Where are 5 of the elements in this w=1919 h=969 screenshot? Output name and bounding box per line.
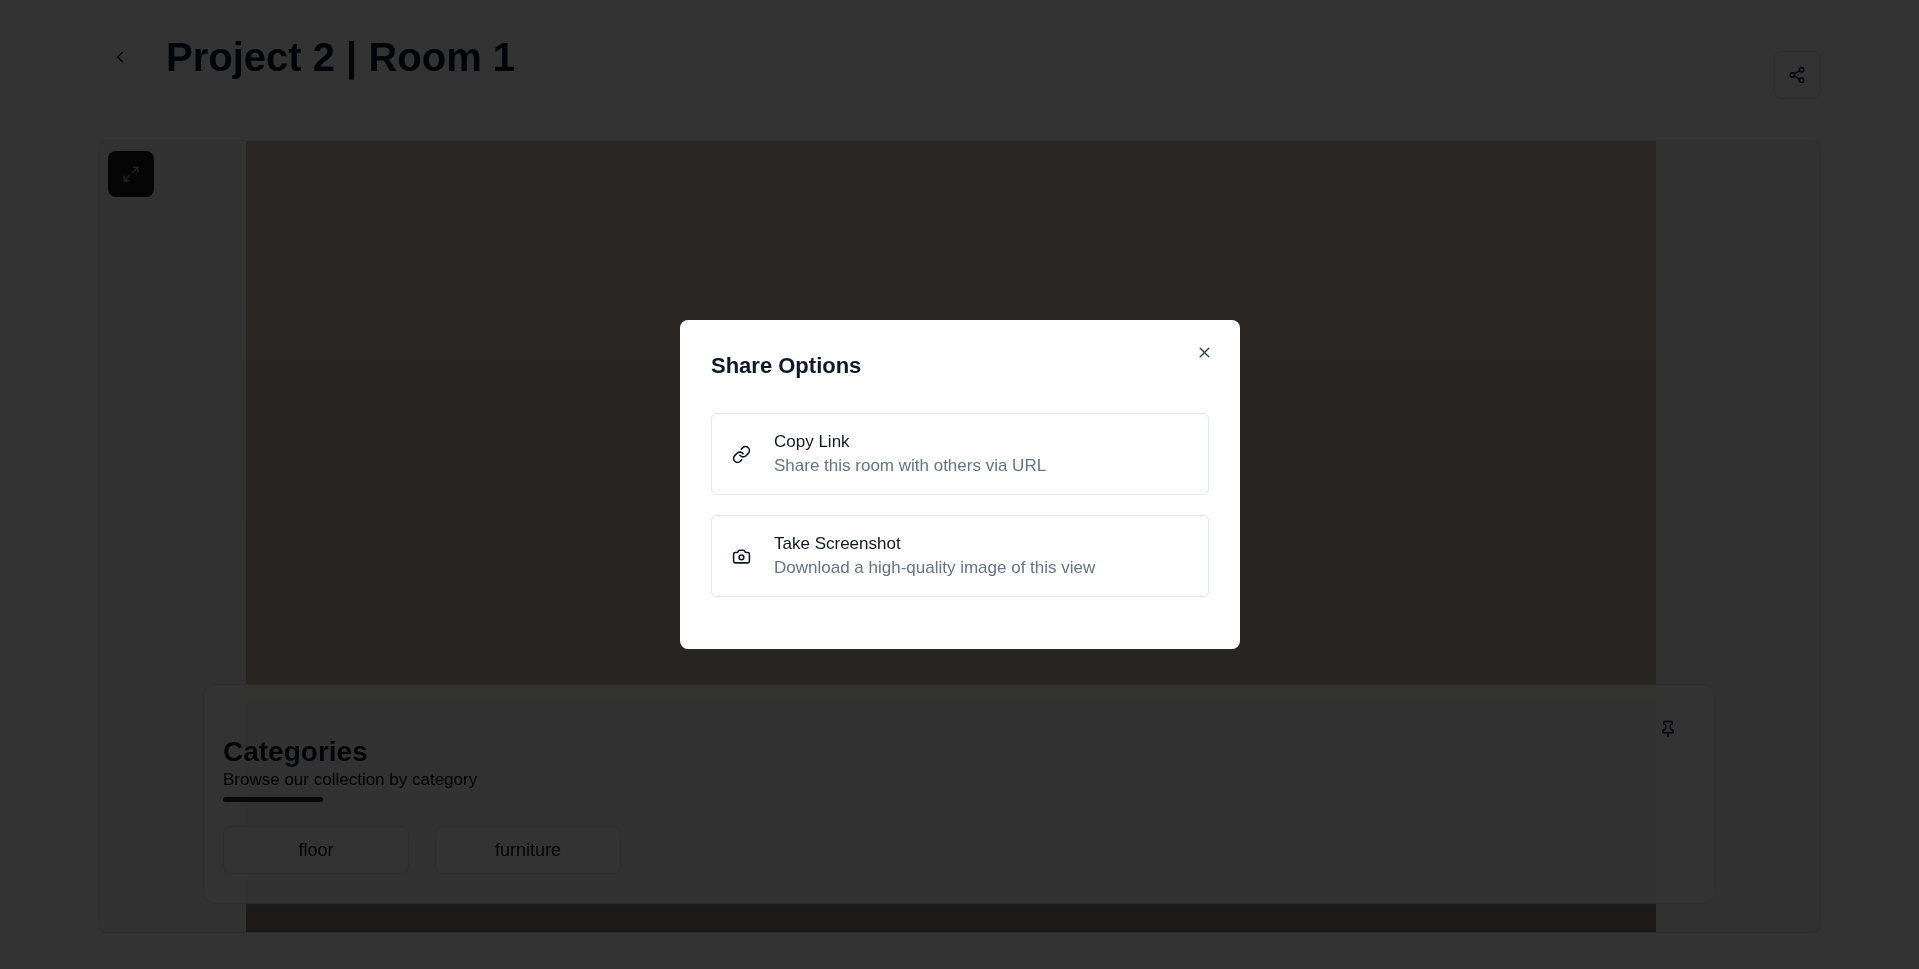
camera-icon [732, 546, 751, 566]
dialog-title: Share Options [711, 352, 863, 380]
share-option[interactable]: Copy Link Share this room with others via URL [711, 413, 1209, 495]
link-icon [732, 444, 751, 464]
share-option[interactable]: Take Screenshot Download a high-quality image of this view [711, 515, 1209, 597]
